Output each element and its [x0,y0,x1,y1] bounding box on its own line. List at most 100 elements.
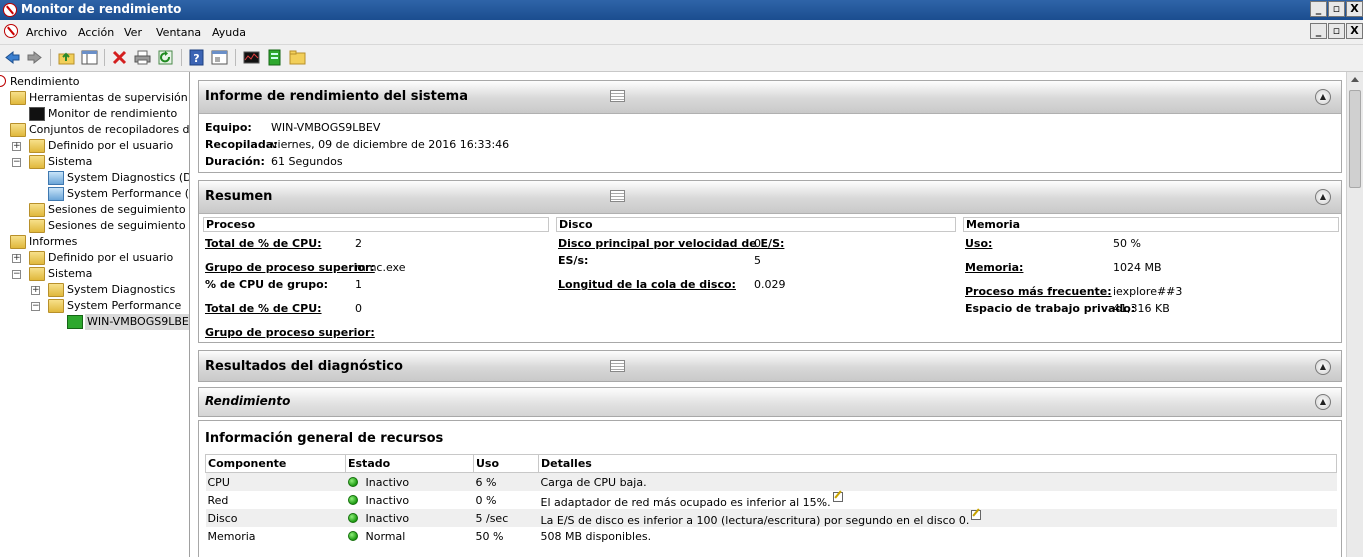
folder-collector-icon [10,123,26,137]
total-cpu2-label[interactable]: Total de % de CPU: [205,302,322,315]
delete-icon[interactable] [111,49,128,66]
column-header: Detalles [538,454,1337,473]
refresh-icon[interactable] [157,49,174,66]
folder-trace-icon [29,203,45,217]
collapse-icon[interactable]: − [12,270,21,279]
table-header-row: Componente Estado Uso Detalles [205,454,1337,473]
table-view-icon[interactable] [610,90,625,102]
total-cpu-label[interactable]: Total de % de CPU: [205,237,322,250]
recopilada-label: Recopilada: [205,138,278,151]
edit-note-icon[interactable] [971,509,982,520]
collapse-section-icon[interactable]: ▲ [1315,189,1331,205]
componente-cell: Disco [205,509,346,527]
memoria-label[interactable]: Memoria: [965,261,1023,274]
svg-text:?: ? [193,52,199,65]
forward-icon[interactable] [26,49,43,66]
recopilada-value: viernes, 09 de diciembre de 2016 16:33:4… [271,138,510,151]
uso-cell: 6 % [473,472,539,491]
cola-disco-label[interactable]: Longitud de la cola de disco: [558,278,736,291]
section-title: Rendimiento [205,394,291,408]
print-icon[interactable] [134,49,151,66]
collapse-icon[interactable]: − [31,302,40,311]
section-title: Informe de rendimiento del sistema [205,89,469,104]
window-title: Monitor de rendimiento [21,2,182,16]
recursos-title: Información general de recursos [205,431,444,446]
section-informe: Informe de rendimiento del sistema ▲ Equ… [198,80,1342,173]
expand-icon[interactable]: + [12,254,21,263]
folder-user-icon [29,251,45,265]
inner-close-button[interactable]: X [1346,23,1363,39]
estado-cell: Inactivo [346,491,474,509]
equipo-value: WIN-VMBOGS9LBEV [271,121,381,134]
proceso-frecuente-label[interactable]: Proceso más frecuente: [965,285,1112,298]
status-ok-icon [347,476,358,487]
navigation-tree: Rendimiento Herramientas de supervisión … [0,72,190,557]
menu-ventana[interactable]: Ventana [156,26,201,39]
componente-cell: CPU [205,472,346,491]
cpu-grupo-label: % de CPU de grupo: [205,278,329,291]
table-view-icon[interactable] [610,190,625,202]
help-icon[interactable]: ? [188,49,205,66]
grupo-proceso-value: mmc.exe [355,261,406,274]
espacio-privado-label: Espacio de trabajo privado: [965,302,1136,315]
table-row: CPU Inactivo 6 % Carga de CPU baja. [205,472,1337,491]
show-hide-tree-icon[interactable] [81,49,98,66]
equipo-label: Equipo: [205,121,252,134]
column-header: Componente [205,454,346,473]
scroll-up-icon[interactable] [1351,77,1359,82]
collapse-section-icon[interactable]: ▲ [1315,359,1331,375]
section-recursos: Información general de recursos Componen… [198,420,1342,557]
monitor-icon[interactable] [243,49,260,66]
uso-cell: 50 % [475,529,504,543]
cola-disco-value: 0.029 [754,278,786,291]
new-folder-icon[interactable] [289,49,306,66]
detalles-cell: El adaptador de red más ocupado es infer… [539,491,1337,509]
es-label: ES/s: [558,254,589,267]
disco-principal-label[interactable]: Disco principal por velocidad de E/S: [558,237,784,250]
uso-cell: 5 /sec [473,509,539,527]
tree-item-report-selected[interactable]: WIN-VMBOGS9LBEV_ [0,314,189,330]
vertical-scrollbar[interactable] [1346,72,1363,557]
menu-archivo[interactable]: Archivo [26,26,67,39]
edit-note-icon[interactable] [832,491,843,502]
up-folder-icon[interactable] [58,49,75,66]
section-title: Resumen [205,189,273,204]
es-value: 5 [754,254,761,267]
uso-label[interactable]: Uso: [965,237,992,250]
scroll-thumb[interactable] [1349,90,1361,188]
menu-ayuda[interactable]: Ayuda [212,26,246,39]
minimize-button[interactable]: _ [1310,1,1327,17]
restore-button[interactable]: ▫ [1328,1,1345,17]
collapse-section-icon[interactable]: ▲ [1315,394,1331,410]
collapse-icon[interactable]: − [12,158,21,167]
mmc-system-menu-icon[interactable] [4,24,18,38]
estado-cell: Inactivo [345,509,474,527]
menu-ver[interactable]: Ver [124,26,142,39]
close-button[interactable]: X [1346,1,1363,17]
folder-icon [48,283,64,297]
section-diagnostico: Resultados del diagnóstico ▲ [198,350,1342,382]
grupo-proceso-label[interactable]: Grupo de proceso superior: [205,261,375,274]
detalles-cell: Carga de CPU baja. [538,472,1337,491]
properties-icon[interactable] [211,49,228,66]
componente-cell: Memoria [207,529,256,543]
back-icon[interactable] [4,49,21,66]
inner-minimize-button[interactable]: _ [1310,23,1327,39]
total-cpu2-value: 0 [355,302,362,315]
monitor-chart-icon [29,107,45,121]
collapse-section-icon[interactable]: ▲ [1315,89,1331,105]
grupo-proceso2-label[interactable]: Grupo de proceso superior: [205,326,375,339]
table-view-icon[interactable] [610,360,625,372]
inner-restore-button[interactable]: ▫ [1328,23,1345,39]
report-icon[interactable] [266,49,283,66]
report-icon [67,315,83,329]
status-ok-icon [347,494,358,505]
espacio-privado-value: 41,316 KB [1113,302,1170,315]
perfmon-app-icon [3,3,17,17]
data-collector-icon [48,187,64,201]
expand-icon[interactable]: + [12,142,21,151]
menu-accion[interactable]: Acción [78,26,114,39]
estado-cell: Normal [346,527,474,545]
expand-icon[interactable]: + [31,286,40,295]
memoria-header: Memoria [963,217,1339,232]
